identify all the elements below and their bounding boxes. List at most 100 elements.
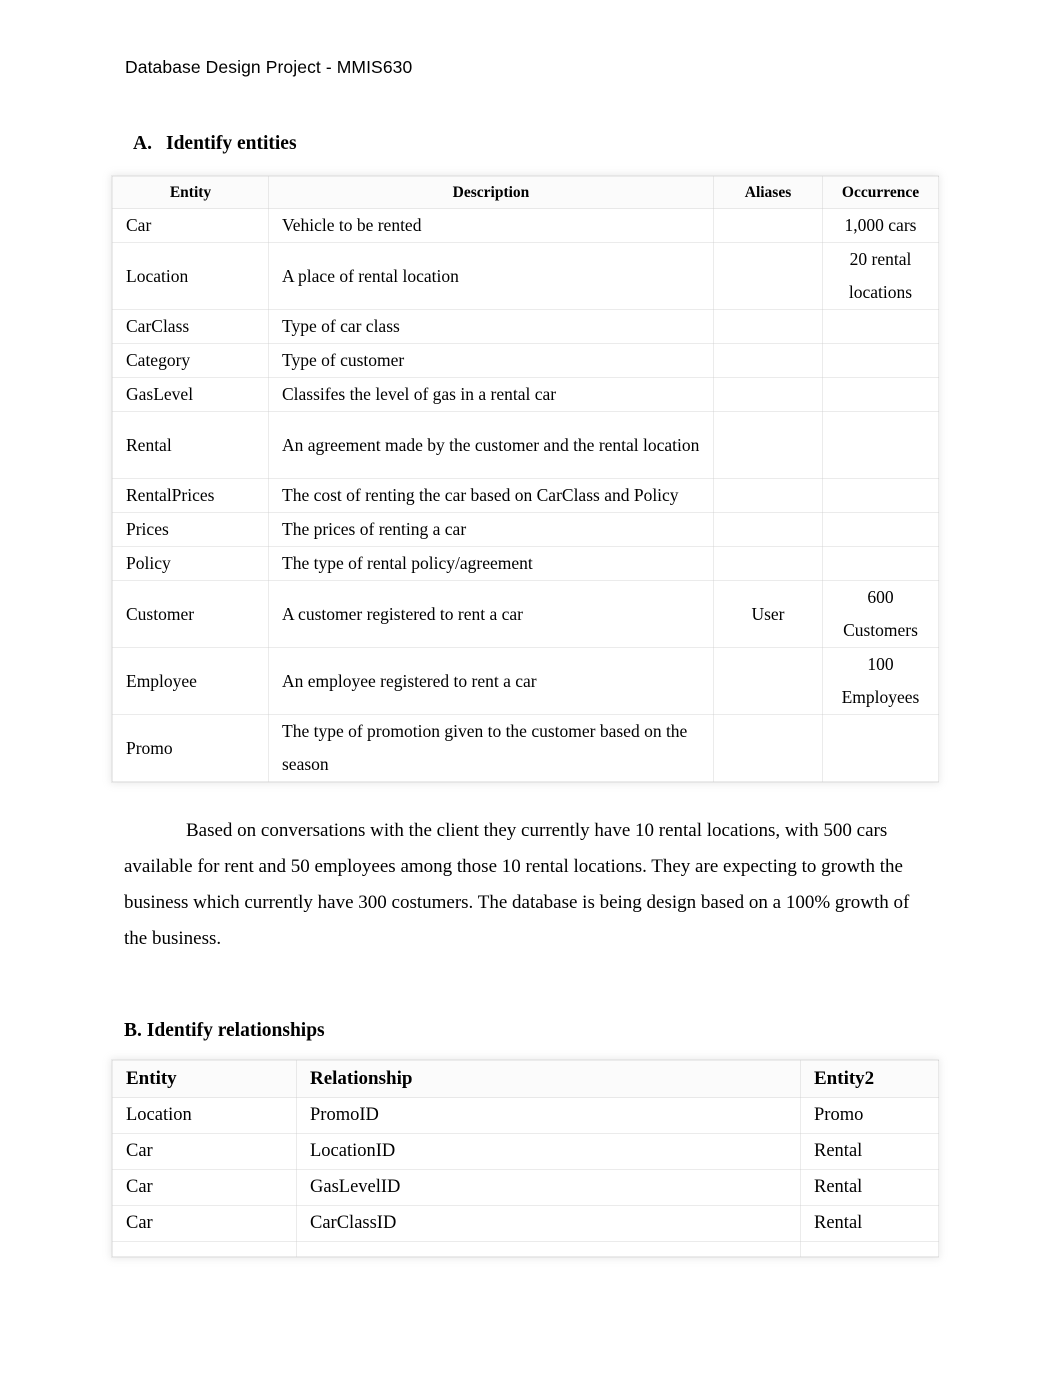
table-row: Promo The type of promotion given to the …	[112, 714, 939, 782]
cell-entity: Car	[112, 1133, 297, 1170]
cell-description: An employee registered to rent a car	[268, 647, 714, 715]
document-running-header: Database Design Project - MMIS630	[125, 57, 413, 77]
cell-aliases	[713, 343, 823, 378]
entities-table-header-row: Entity Description Aliases Occurrence	[112, 176, 939, 209]
cell-aliases	[713, 714, 823, 782]
entities-table: Entity Description Aliases Occurrence Ca…	[112, 176, 939, 782]
cell-entity: Category	[112, 343, 269, 378]
cell-description: An agreement made by the customer and th…	[268, 411, 714, 479]
cell-occurrence: 1,000 cars	[822, 208, 939, 243]
cell-aliases	[713, 242, 823, 310]
cell-aliases	[713, 512, 823, 547]
table-row: Employee An employee registered to rent a…	[112, 647, 939, 715]
table-row: GasLevel Classifes the level of gas in a …	[112, 377, 939, 412]
relationships-table-container: Entity Relationship Entity2 Location Prom…	[112, 1060, 939, 1257]
cell-description: A customer registered to rent a car	[268, 580, 714, 648]
cell-occurrence	[822, 714, 939, 782]
cell-aliases	[713, 309, 823, 344]
cell-entity2: Rental	[800, 1133, 939, 1170]
table-row-spacer	[112, 1241, 939, 1257]
cell-aliases	[713, 411, 823, 479]
cell-entity: Car	[112, 1169, 297, 1206]
cell-occurrence: 100 Employees	[822, 647, 939, 715]
column-header-rel-entity: Entity	[112, 1060, 297, 1098]
cell-description: The prices of renting a car	[268, 512, 714, 547]
cell-occurrence	[822, 546, 939, 581]
document-page: Database Design Project - MMIS630 A. Iden…	[0, 0, 1062, 1377]
cell-entity: GasLevel	[112, 377, 269, 412]
cell-description: Type of car class	[268, 309, 714, 344]
occurrence-line: locations	[848, 282, 913, 302]
cell-aliases: User	[713, 580, 823, 648]
table-row: Location PromoID Promo	[112, 1097, 939, 1134]
cell-aliases	[713, 478, 823, 513]
cell-occurrence: 600 Customers	[822, 580, 939, 648]
occurrence-line: Employees	[841, 687, 920, 707]
table-row: Policy The type of rental policy/agreemen…	[112, 546, 939, 581]
cell-occurrence	[822, 411, 939, 479]
relationships-table: Entity Relationship Entity2 Location Prom…	[112, 1060, 939, 1257]
cell-occurrence	[822, 309, 939, 344]
cell-description: Vehicle to be rented	[268, 208, 714, 243]
table-row: Rental An agreement made by the customer …	[112, 411, 939, 479]
column-header-occurrence: Occurrence	[822, 176, 939, 209]
column-header-aliases: Aliases	[713, 176, 823, 209]
cell-entity: Car	[112, 208, 269, 243]
cell-description: A place of rental location	[268, 242, 714, 310]
cell-entity: Car	[112, 1205, 297, 1242]
section-a-marker: A.	[133, 133, 152, 154]
cell-relationship: CarClassID	[296, 1205, 801, 1242]
cell-description: The type of rental policy/agreement	[268, 546, 714, 581]
cell-occurrence	[822, 512, 939, 547]
cell-description: The cost of renting the car based on Car…	[268, 478, 714, 513]
cell-entity2: Rental	[800, 1169, 939, 1206]
table-row: Car Vehicle to be rented 1,000 cars	[112, 208, 939, 243]
cell-description: Type of customer	[268, 343, 714, 378]
cell-entity: RentalPrices	[112, 478, 269, 513]
occurrence-line: 20 rental	[849, 249, 912, 269]
column-header-rel-relationship: Relationship	[296, 1060, 801, 1098]
cell-entity: Policy	[112, 546, 269, 581]
table-row: Car CarClassID Rental	[112, 1205, 939, 1242]
cell-spacer	[296, 1241, 801, 1257]
column-header-entity: Entity	[112, 176, 269, 209]
cell-entity: Location	[112, 242, 269, 310]
cell-entity: Prices	[112, 512, 269, 547]
relationships-table-body: Location PromoID Promo Car LocationID Rental C…	[112, 1097, 939, 1257]
cell-occurrence	[822, 343, 939, 378]
table-row: Customer A customer registered to rent a …	[112, 580, 939, 648]
cell-entity: Customer	[112, 580, 269, 648]
cell-entity2: Promo	[800, 1097, 939, 1134]
cell-entity2: Rental	[800, 1205, 939, 1242]
section-a-heading: A. Identify entities	[133, 133, 297, 155]
section-b-heading: B. Identify relationships	[124, 1020, 325, 1041]
column-header-description: Description	[268, 176, 714, 209]
cell-aliases	[713, 208, 823, 243]
cell-occurrence: 20 rental locations	[822, 242, 939, 310]
column-header-rel-entity2: Entity2	[800, 1060, 939, 1098]
table-row: Car GasLevelID Rental	[112, 1169, 939, 1206]
occurrence-line: 1,000 cars	[844, 215, 917, 235]
cell-entity: CarClass	[112, 309, 269, 344]
occurrence-line: Customers	[843, 620, 918, 640]
table-row: RentalPrices The cost of renting the car …	[112, 478, 939, 513]
occurrence-line: 100	[867, 654, 894, 674]
cell-description: The type of promotion given to the custo…	[268, 714, 714, 782]
cell-occurrence	[822, 478, 939, 513]
cell-entity: Location	[112, 1097, 297, 1134]
table-row: Location A place of rental location 20 ren…	[112, 242, 939, 310]
cell-spacer	[112, 1241, 297, 1257]
cell-aliases	[713, 377, 823, 412]
cell-spacer	[800, 1241, 939, 1257]
cell-occurrence	[822, 377, 939, 412]
table-row: Prices The prices of renting a car	[112, 512, 939, 547]
cell-relationship: PromoID	[296, 1097, 801, 1134]
relationships-table-header-row: Entity Relationship Entity2	[112, 1060, 939, 1098]
cell-relationship: LocationID	[296, 1133, 801, 1170]
cell-aliases	[713, 647, 823, 715]
section-a-title: Identify entities	[166, 133, 297, 154]
cell-aliases	[713, 546, 823, 581]
entities-table-container: Entity Description Aliases Occurrence Ca…	[112, 176, 939, 782]
table-row: Car LocationID Rental	[112, 1133, 939, 1170]
table-row: CarClass Type of car class	[112, 309, 939, 344]
